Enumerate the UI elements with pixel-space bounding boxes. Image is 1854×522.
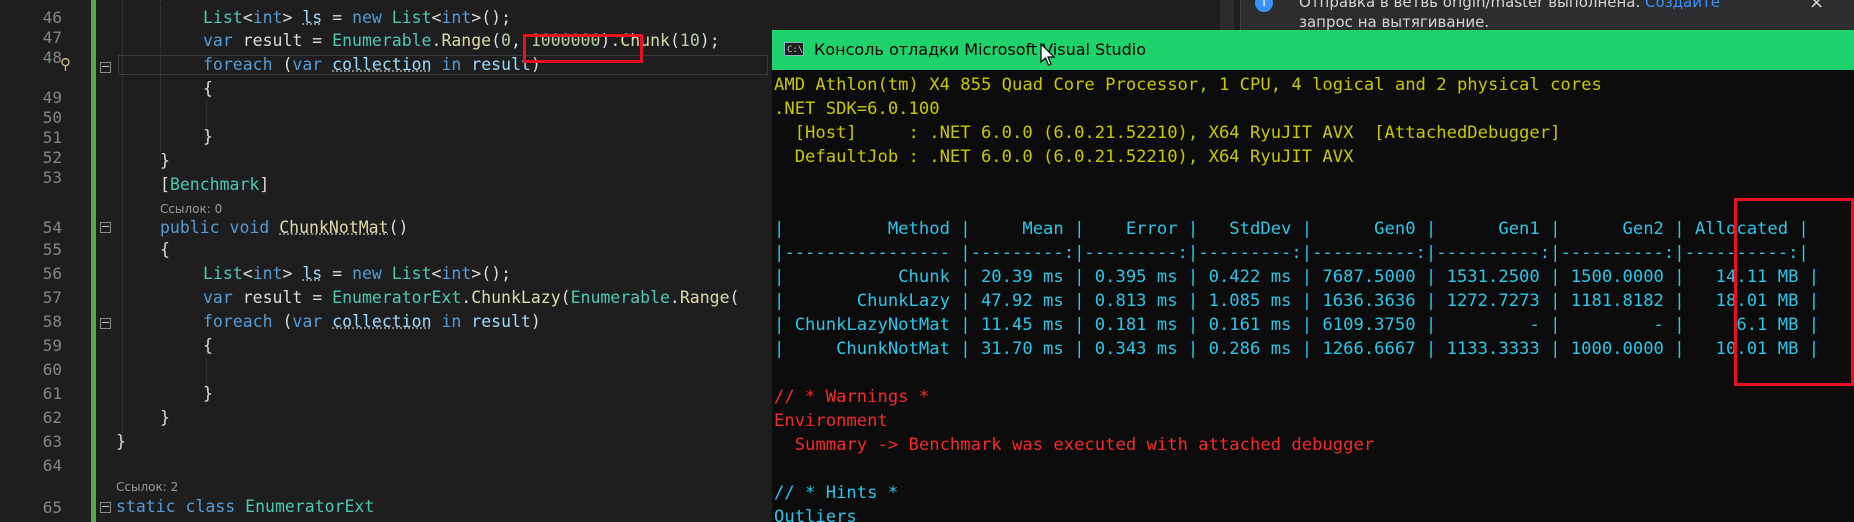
code-line-58[interactable]: foreach (var collection in result) (203, 312, 541, 332)
line-number: 63 (42, 432, 62, 451)
hints-header: // * Hints * (774, 483, 899, 503)
code-line-51[interactable]: } (203, 127, 213, 147)
close-icon[interactable]: × (1809, 0, 1824, 13)
line-number: 59 (42, 336, 62, 355)
table-row: | ChunkLazy | 47.92 ms | 0.813 ms | 1.08… (774, 291, 1820, 311)
code-line-57[interactable]: var result = EnumeratorExt.ChunkLazy(Enu… (203, 288, 739, 308)
code-line-52[interactable]: } (160, 151, 170, 171)
table-row: | Chunk | 20.39 ms | 0.395 ms | 0.422 ms… (774, 267, 1820, 287)
collapse-icon[interactable]: − (100, 317, 111, 329)
code-line-54[interactable]: public void ChunkNotMat() (160, 218, 408, 238)
line-number: 50 (42, 108, 62, 127)
console-blank (774, 169, 1819, 193)
line-number: 47 (42, 28, 62, 47)
indent-guide (160, 0, 162, 160)
table-separator: |---------------- |---------:|---------:… (774, 243, 1809, 263)
code-line-59[interactable]: { (203, 336, 213, 356)
line-number: 53 (42, 168, 62, 187)
table-row: | ChunkLazyNotMat | 11.45 ms | 0.181 ms … (774, 315, 1820, 335)
change-tracking-bar (91, 0, 96, 522)
create-pull-request-link[interactable]: Создайте (1645, 0, 1720, 11)
console-line-cpu: AMD Athlon(tm) X4 855 Quad Core Processo… (774, 75, 1602, 95)
console-blank (774, 361, 1819, 385)
line-number: 60 (42, 360, 62, 379)
console-line-job: DefaultJob : .NET 6.0.0 (6.0.21.52210), … (774, 147, 1354, 167)
lightbulb-icon[interactable]: ⚲ (60, 55, 76, 75)
code-line-55[interactable]: { (160, 240, 170, 260)
console-icon: C:\ (784, 42, 804, 56)
console-output[interactable]: AMD Athlon(tm) X4 855 Quad Core Processo… (774, 73, 1819, 522)
line-number: 51 (42, 128, 62, 147)
warnings-header: // * Warnings * (774, 387, 930, 407)
code-line-48[interactable]: foreach (var collection in result) (203, 55, 541, 75)
info-icon: i (1255, 0, 1273, 12)
console-blank (774, 193, 1819, 217)
warnings-message: Summary -> Benchmark was executed with a… (774, 435, 1375, 455)
line-number: 48 (42, 48, 62, 67)
line-number: 52 (42, 148, 62, 167)
console-blank (774, 457, 1819, 481)
console-line-host: [Host] : .NET 6.0.0 (6.0.21.52210), X64 … (774, 123, 1561, 143)
line-number: 49 (42, 88, 62, 107)
line-number: 55 (42, 240, 62, 259)
line-number: 64 (42, 456, 62, 475)
collapse-icon[interactable]: − (100, 221, 111, 233)
code-line-46[interactable]: List<int> ls = new List<int>(); (203, 8, 511, 28)
line-number: 62 (42, 408, 62, 427)
line-number: 57 (42, 288, 62, 307)
highlight-box-range (523, 34, 643, 63)
mouse-cursor-icon (1040, 43, 1056, 66)
codelens-references[interactable]: Ссылок: 2 (116, 480, 178, 494)
code-line-61[interactable]: } (203, 384, 213, 404)
notification-text: Отправка в ветвь origin/master выполнена… (1299, 0, 1779, 32)
line-number: 61 (42, 384, 62, 403)
line-number: 46 (42, 8, 62, 27)
table-row: | ChunkNotMat | 31.70 ms | 0.343 ms | 0.… (774, 339, 1820, 359)
hints-item: Outliers (774, 507, 857, 522)
codelens-references[interactable]: Ссылок: 0 (160, 202, 222, 216)
line-number: 54 (42, 218, 62, 237)
console-title: Консоль отладки Microsoft Visual Studio (814, 40, 1146, 59)
line-number: 65 (42, 498, 62, 517)
collapse-icon[interactable]: − (100, 61, 111, 73)
table-header: | Method | Mean | Error | StdDev | Gen0 … (774, 219, 1809, 239)
code-line-49[interactable]: { (203, 79, 213, 99)
highlight-box-allocated (1734, 198, 1854, 386)
line-number-gutter: 46 47 48 49 50 51 52 53 54 55 56 57 58 5… (0, 0, 98, 522)
warnings-category: Environment (774, 411, 888, 431)
console-line-sdk: .NET SDK=6.0.100 (774, 99, 940, 119)
line-number: 58 (42, 312, 62, 331)
debug-console-window[interactable]: C:\ Консоль отладки Microsoft Visual Stu… (772, 30, 1854, 522)
code-line-65[interactable]: static class EnumeratorExt (116, 497, 374, 517)
console-titlebar[interactable]: C:\ Консоль отладки Microsoft Visual Stu… (772, 30, 1854, 70)
code-line-62[interactable]: } (160, 408, 170, 428)
collapse-icon[interactable]: − (100, 501, 111, 513)
code-line-56[interactable]: List<int> ls = new List<int>(); (203, 264, 511, 284)
line-number: 56 (42, 264, 62, 283)
code-line-63[interactable]: } (116, 432, 126, 452)
code-line-53[interactable]: [Benchmark] (160, 175, 269, 195)
